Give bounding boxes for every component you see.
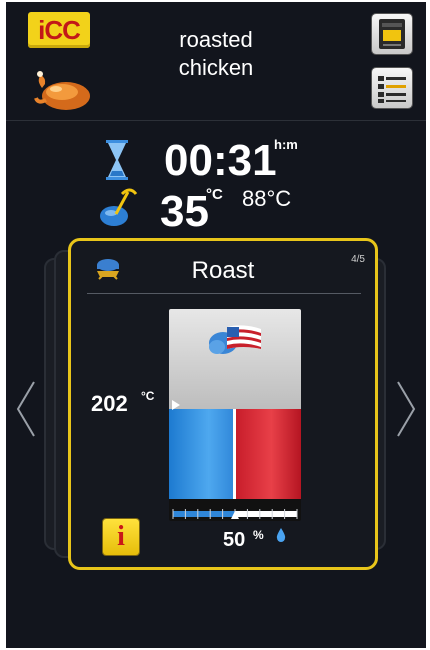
core-probe-icon xyxy=(100,188,138,226)
oven-button[interactable] xyxy=(372,14,412,54)
time-unit: h:m xyxy=(274,137,298,152)
core-temperature: 35 xyxy=(160,187,209,236)
core-temperature-unit: °C xyxy=(206,186,223,203)
info-button[interactable]: i xyxy=(103,519,139,555)
program-step-card[interactable]: Roast 4/5 202 °C i 50 % xyxy=(68,238,378,570)
cabinet-temperature: 202 xyxy=(91,391,128,416)
gauge-humidity-area xyxy=(169,409,235,499)
humidity-value: 50 xyxy=(223,529,246,551)
hourglass-icon xyxy=(106,140,128,180)
temperature-marker-icon xyxy=(172,400,180,410)
icc-logo-text: iCC xyxy=(38,14,81,45)
remaining-time: 00:31 xyxy=(164,136,277,185)
climate-gauge[interactable] xyxy=(169,309,301,521)
humidity-unit: % xyxy=(253,528,264,542)
chevron-right-icon[interactable] xyxy=(394,380,418,438)
humidity-scale[interactable] xyxy=(169,505,301,521)
chevron-left-icon[interactable] xyxy=(14,380,38,438)
chicken-icon xyxy=(34,71,90,110)
gauge-split-line xyxy=(233,409,236,499)
icc-logo[interactable]: iCC xyxy=(28,12,90,48)
steps-list-icon xyxy=(378,76,406,103)
oven-icon xyxy=(379,19,405,49)
cooking-mode-title: Roast xyxy=(191,257,255,284)
target-core-temperature: 88°C xyxy=(242,186,292,211)
step-indicator: 4/5 xyxy=(351,254,365,265)
steps-list-button[interactable] xyxy=(372,68,412,108)
humidity-scale-fill xyxy=(173,511,235,517)
card-divider xyxy=(87,293,361,294)
program-name: roasted chicken xyxy=(178,27,254,80)
water-drop-icon xyxy=(276,528,286,542)
header-divider xyxy=(6,120,426,121)
gauge-heat-area xyxy=(235,409,301,499)
cloud-flag-icon xyxy=(209,325,261,354)
header: iCC roasted chicken xyxy=(6,2,426,120)
info-icon: i xyxy=(117,521,125,552)
oven-control-screen: iCC roasted chicken 00:31 h:m 35 °C 88°C… xyxy=(6,2,426,648)
cabinet-temperature-unit: °C xyxy=(141,389,155,403)
